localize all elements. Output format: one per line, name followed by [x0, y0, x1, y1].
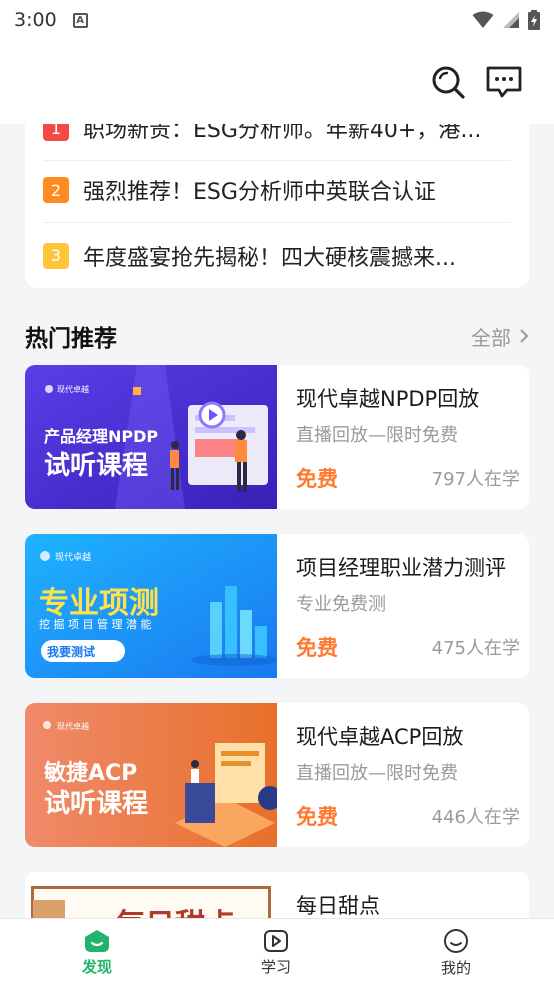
course-subtitle: 专业免费测: [296, 594, 386, 615]
course-learners: 475人在学: [431, 638, 520, 659]
see-all-link[interactable]: 全部: [471, 322, 529, 351]
search-icon: [432, 66, 465, 99]
course-title: 每日甜点: [296, 894, 380, 918]
course-title: 现代卓越NPDP回放: [296, 387, 480, 411]
banner-brand: 现代卓越: [57, 722, 89, 731]
course-subtitle: 直播回放—限时免费: [296, 425, 458, 446]
section-header: 热门推荐 全部: [25, 318, 529, 354]
banner-brand: 现代卓越: [57, 385, 89, 394]
wifi-icon: [472, 11, 494, 28]
see-all-label: 全部: [471, 325, 511, 350]
course-banner: 现代卓越 专业项测 挖 掘 项 目 管 理 潜 能 我要测试: [25, 534, 277, 678]
course-title: 现代卓越ACP回放: [296, 725, 464, 749]
banner-line2: 试听课程: [44, 789, 149, 819]
tab-discover[interactable]: 发现: [37, 919, 157, 985]
search-button[interactable]: [428, 62, 468, 102]
course-price: 免费: [296, 636, 338, 660]
tab-learn[interactable]: 学习: [216, 919, 336, 985]
banner-button: 我要测试: [47, 645, 96, 659]
signal-icon: [503, 12, 519, 28]
app-header: [0, 40, 554, 124]
news-item[interactable]: 2 强烈推荐！ESG分析师中英联合认证: [43, 158, 511, 223]
news-item[interactable]: 3 年度盛宴抢先揭秘！四大硬核震撼来...: [43, 223, 511, 288]
course-price: 免费: [296, 467, 338, 491]
news-card: 1 职场新贵：ESG分析师。年薪40+，港... 2 强烈推荐！ESG分析师中英…: [25, 100, 529, 288]
play-icon: [264, 929, 288, 952]
course-banner: 现代卓越 产品经理NPDP 试听课程: [25, 365, 277, 509]
course-info: 现代卓越ACP回放 直播回放—限时免费 免费 446人在学: [296, 703, 520, 847]
course-title: 项目经理职业潜力测评: [296, 556, 506, 580]
status-bar: 3:00 A: [0, 0, 554, 40]
course-subtitle: 直播回放—限时免费: [296, 763, 458, 784]
message-button[interactable]: [484, 62, 524, 102]
news-title: 年度盛宴抢先揭秘！四大硬核震撼来...: [83, 245, 456, 271]
status-time: 3:00: [14, 9, 57, 31]
banner-line2: 试听课程: [44, 451, 149, 481]
course-banner: 现代卓越 敏捷ACP 试听课程: [25, 703, 277, 847]
rank-badge: 2: [43, 177, 69, 203]
news-title: 强烈推荐！ESG分析师中英联合认证: [83, 180, 436, 205]
smile-icon: [444, 928, 468, 953]
tab-label: 我的: [440, 958, 471, 977]
course-price: 免费: [296, 805, 338, 829]
status-icons: [472, 10, 540, 30]
banner-line1: 产品经理NPDP: [44, 427, 159, 446]
bottom-tab-bar: 发现 学习 我的: [0, 918, 554, 985]
course-info: 项目经理职业潜力测评 专业免费测 免费 475人在学: [296, 534, 520, 678]
message-icon: [486, 66, 522, 98]
rank-badge: 3: [43, 242, 69, 269]
course-learners: 446人在学: [431, 807, 520, 828]
banner-brand: 现代卓越: [55, 553, 92, 563]
course-info: 现代卓越NPDP回放 直播回放—限时免费 免费 797人在学: [296, 365, 520, 509]
tab-profile[interactable]: 我的: [396, 919, 516, 985]
banner-line2: 挖 掘 项 目 管 理 潜 能: [39, 618, 152, 631]
course-card[interactable]: 现代卓越 专业项测 挖 掘 项 目 管 理 潜 能 我要测试 项目经理职业潜力测…: [25, 534, 529, 678]
course-learners: 797人在学: [431, 469, 520, 490]
notification-icon: A: [72, 12, 88, 28]
tab-label: 发现: [81, 957, 112, 976]
battery-icon: [528, 10, 540, 30]
section-title: 热门推荐: [25, 326, 117, 352]
course-card[interactable]: 现代卓越 产品经理NPDP 试听课程 现代卓越NPDP回放 直播回放—限时免费 …: [25, 365, 529, 509]
tab-label: 学习: [260, 957, 291, 976]
discover-icon: [85, 929, 109, 952]
chevron-right-icon: [520, 329, 529, 343]
course-card[interactable]: 现代卓越 敏捷ACP 试听课程 现代卓越ACP回放 直播回放—限时免费 免费 4…: [25, 703, 529, 847]
